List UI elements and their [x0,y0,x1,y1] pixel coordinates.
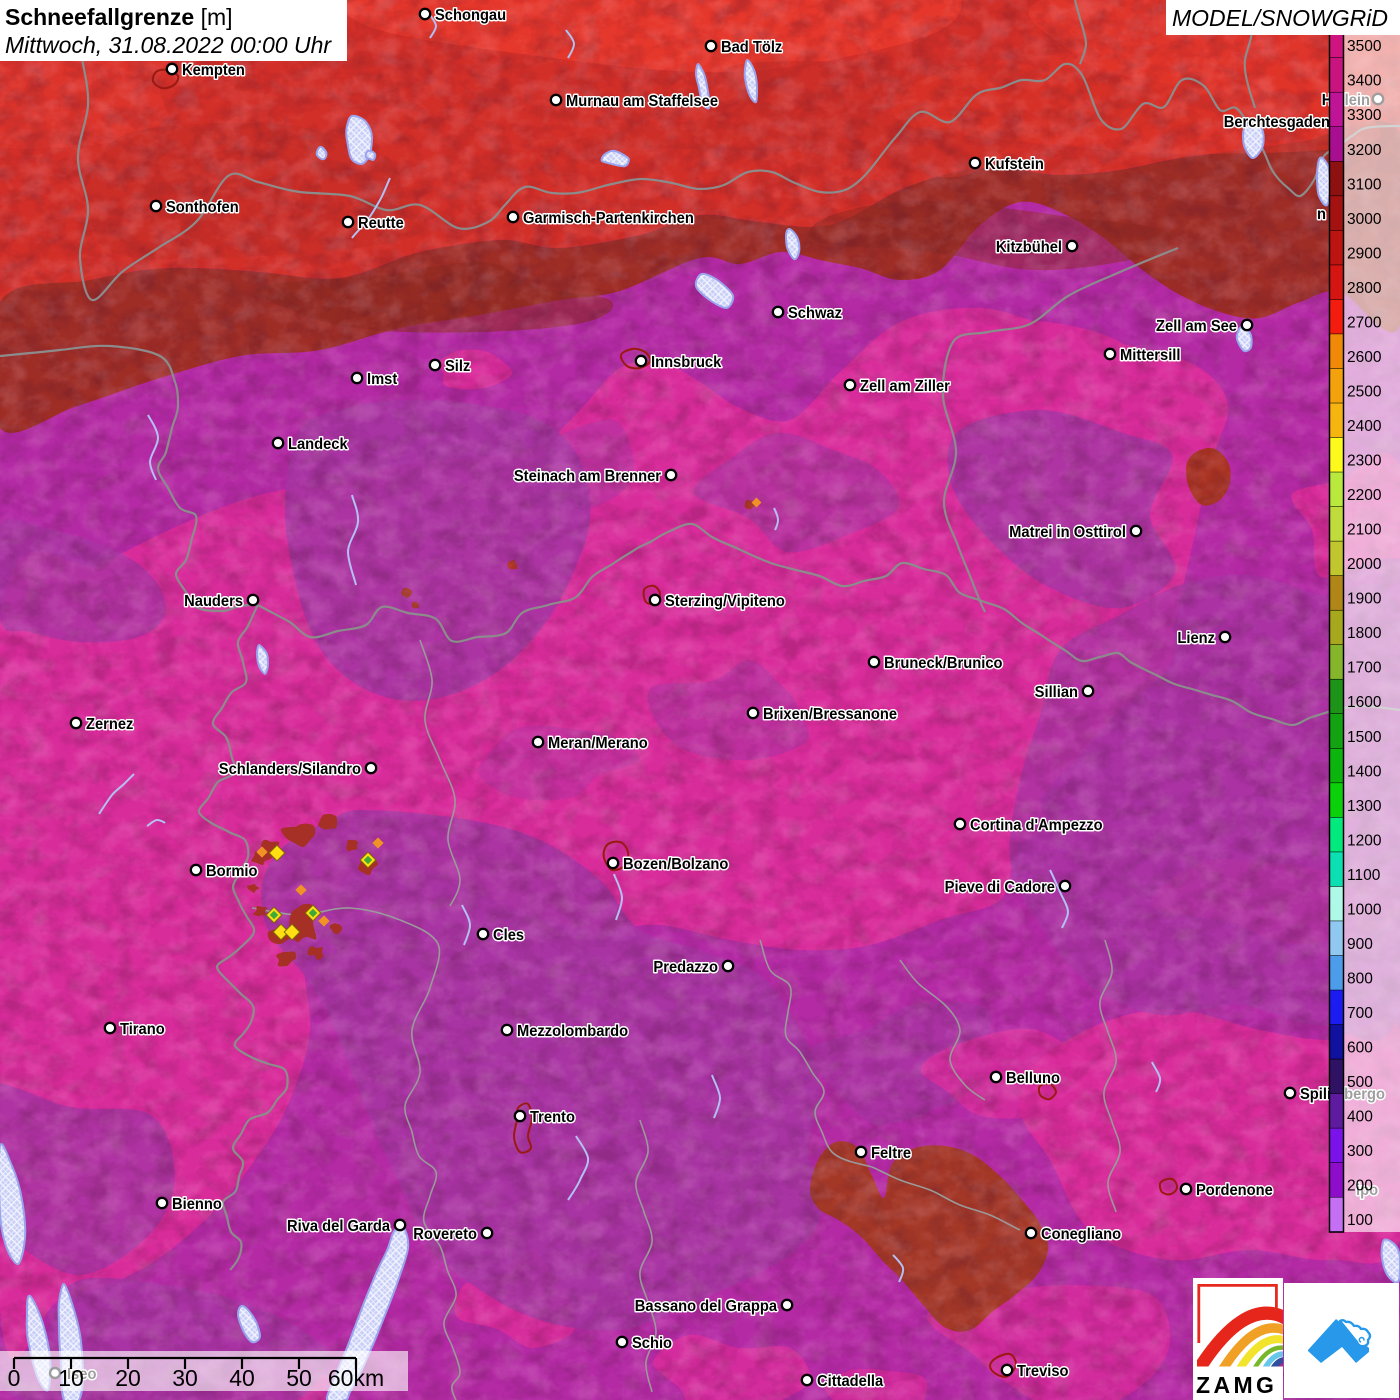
svg-text:400: 400 [1347,1109,1373,1126]
svg-text:Mittersill: Mittersill [1120,346,1180,364]
svg-text:300: 300 [1347,1143,1373,1160]
svg-text:3100: 3100 [1347,176,1382,193]
svg-text:Schongau: Schongau [435,6,506,24]
svg-text:Cles: Cles [493,926,524,944]
svg-text:Sterzing/Vipiteno: Sterzing/Vipiteno [665,592,785,610]
svg-text:1000: 1000 [1347,901,1382,918]
svg-text:Silz: Silz [445,357,471,375]
svg-text:Bruneck/Brunico: Bruneck/Brunico [884,654,1003,672]
svg-text:Murnau am Staffelsee: Murnau am Staffelsee [566,92,718,110]
svg-text:Kempten: Kempten [182,61,245,79]
svg-text:Rovereto: Rovereto [413,1225,477,1243]
svg-text:20: 20 [115,1365,141,1391]
svg-text:Feltre: Feltre [871,1144,911,1162]
svg-text:0: 0 [8,1365,21,1391]
svg-text:Kufstein: Kufstein [985,155,1044,173]
svg-text:Nauders: Nauders [184,592,243,610]
svg-text:Cittadella: Cittadella [817,1372,884,1390]
svg-text:Innsbruck: Innsbruck [651,353,722,371]
svg-text:Imst: Imst [367,370,397,388]
svg-text:2200: 2200 [1347,487,1382,504]
svg-text:Cortina d'Ampezzo: Cortina d'Ampezzo [970,816,1103,834]
svg-text:2300: 2300 [1347,453,1382,470]
svg-text:MODEL/SNOWGRiD: MODEL/SNOWGRiD [1172,5,1388,31]
svg-text:800: 800 [1347,971,1373,988]
svg-text:Bassano del Grappa: Bassano del Grappa [635,1297,778,1315]
svg-text:2900: 2900 [1347,245,1382,262]
svg-text:Landeck: Landeck [288,435,348,453]
svg-text:3500: 3500 [1347,38,1382,55]
svg-text:1400: 1400 [1347,763,1382,780]
svg-text:3200: 3200 [1347,142,1382,159]
svg-text:3000: 3000 [1347,211,1382,228]
svg-text:30: 30 [172,1365,198,1391]
svg-text:Brixen/Bressanone: Brixen/Bressanone [763,705,897,723]
svg-text:Reutte: Reutte [358,214,404,232]
svg-text:Berchtesgaden: Berchtesgaden [1224,113,1330,131]
svg-text:1500: 1500 [1347,729,1382,746]
svg-text:Belluno: Belluno [1006,1069,1060,1087]
svg-text:200: 200 [1347,1178,1373,1195]
svg-text:Bienno: Bienno [172,1195,222,1213]
svg-text:2100: 2100 [1347,522,1382,539]
svg-text:1800: 1800 [1347,625,1382,642]
svg-text:1100: 1100 [1347,867,1381,884]
svg-text:700: 700 [1347,1005,1373,1022]
svg-text:100: 100 [1347,1212,1373,1229]
svg-text:Trento: Trento [530,1108,575,1126]
svg-text:10: 10 [58,1365,84,1391]
svg-text:Tirano: Tirano [120,1020,165,1038]
svg-text:500: 500 [1347,1074,1373,1091]
svg-text:Predazzo: Predazzo [653,958,718,976]
svg-text:Riva del Garda: Riva del Garda [287,1217,390,1235]
svg-text:Meran/Merano: Meran/Merano [548,734,648,752]
svg-text:Sillian: Sillian [1035,683,1078,701]
svg-text:1700: 1700 [1347,660,1382,677]
svg-text:Matrei in Osttirol: Matrei in Osttirol [1009,523,1126,541]
svg-text:1200: 1200 [1347,832,1382,849]
svg-text:600: 600 [1347,1040,1373,1057]
svg-text:50: 50 [286,1365,312,1391]
svg-text:2700: 2700 [1347,314,1382,331]
svg-text:1900: 1900 [1347,591,1382,608]
svg-text:900: 900 [1347,936,1373,953]
svg-text:Pordenone: Pordenone [1196,1181,1273,1199]
svg-text:Sonthofen: Sonthofen [166,198,239,216]
svg-text:Kitzbühel: Kitzbühel [996,238,1062,256]
svg-text:Bozen/Bolzano: Bozen/Bolzano [623,855,728,873]
svg-text:3400: 3400 [1347,73,1382,90]
svg-text:ZAMG: ZAMG [1196,1372,1277,1398]
svg-text:2600: 2600 [1347,349,1382,366]
svg-text:Treviso: Treviso [1017,1362,1069,1380]
svg-text:1600: 1600 [1347,694,1382,711]
svg-text:Zell am Ziller: Zell am Ziller [860,377,950,395]
svg-text:Steinach am Brenner: Steinach am Brenner [514,467,661,485]
svg-text:Lienz: Lienz [1177,629,1215,647]
svg-text:Mezzolombardo: Mezzolombardo [517,1022,628,1040]
svg-text:n: n [1317,205,1326,223]
svg-text:Mittwoch, 31.08.2022 00:00 Uhr: Mittwoch, 31.08.2022 00:00 Uhr [5,32,332,58]
svg-text:Garmisch-Partenkirchen: Garmisch-Partenkirchen [523,209,694,227]
svg-text:Zell am See: Zell am See [1156,317,1237,335]
svg-text:Schlanders/Silandro: Schlanders/Silandro [219,760,361,778]
svg-text:2400: 2400 [1347,418,1382,435]
svg-text:2500: 2500 [1347,384,1382,401]
svg-text:Zernez: Zernez [86,715,134,733]
svg-text:Bad Tölz: Bad Tölz [721,38,783,56]
svg-text:2800: 2800 [1347,280,1382,297]
svg-text:40: 40 [229,1365,255,1391]
svg-text:Bormio: Bormio [206,862,257,880]
svg-text:Conegliano: Conegliano [1041,1225,1121,1243]
svg-text:2000: 2000 [1347,556,1382,573]
svg-text:3300: 3300 [1347,107,1382,124]
svg-text:Pieve di Cadore: Pieve di Cadore [945,878,1056,896]
svg-text:Schneefallgrenze [m]: Schneefallgrenze [m] [5,4,233,30]
svg-text:Schio: Schio [632,1334,672,1352]
svg-text:Schwaz: Schwaz [788,304,842,322]
svg-text:60km: 60km [328,1365,384,1391]
svg-text:1300: 1300 [1347,798,1382,815]
